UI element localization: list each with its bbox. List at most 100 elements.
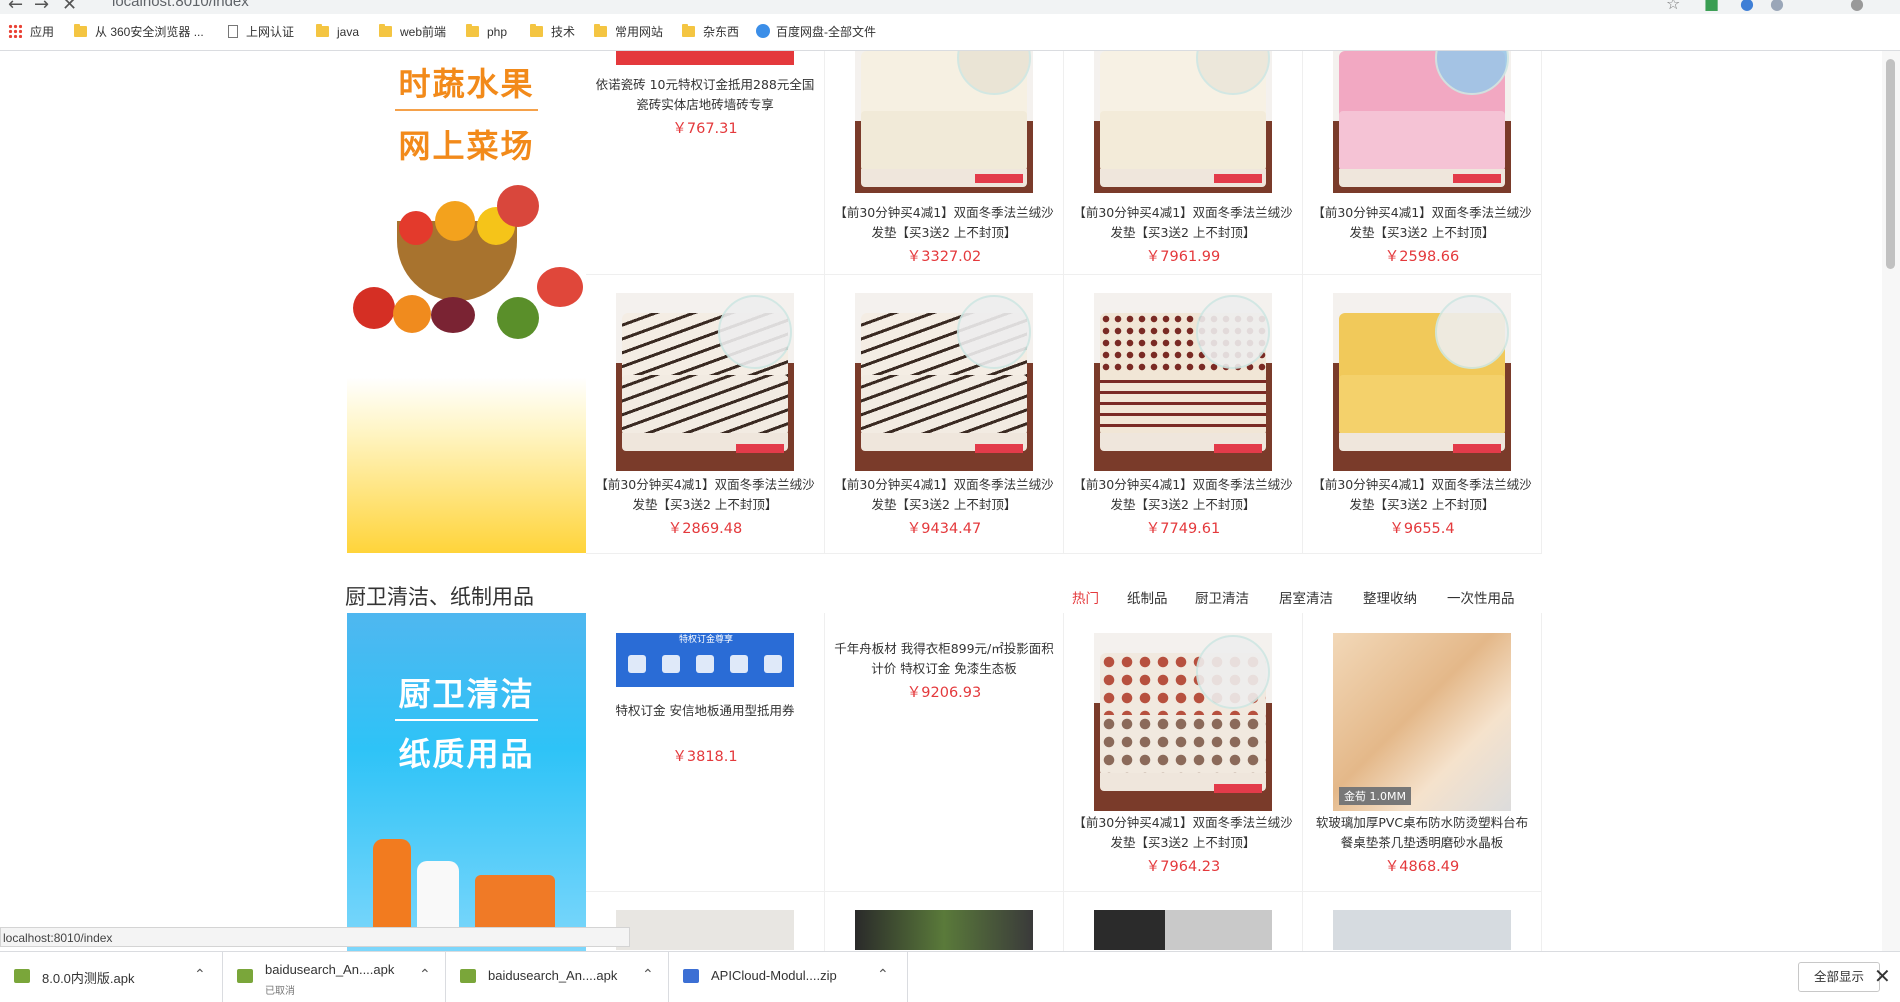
url-text[interactable]: localhost:8010/index [112, 0, 249, 10]
product-card[interactable]: 千年舟板材 我得衣柜899元/㎡投影面积计价 特权订金 免漆生态板 ￥9206.… [825, 613, 1064, 892]
chevron-up-icon[interactable]: ⌃ [194, 966, 206, 983]
product-card[interactable]: 【前30分钟买4减1】双面冬季法兰绒沙发垫【买3送2 上不封顶】 ￥7961.9… [1064, 51, 1303, 275]
banner-title-line1: 时蔬水果 [398, 65, 535, 103]
banner-title-line2: 纸质用品 [398, 735, 535, 773]
product-card[interactable] [1064, 892, 1303, 951]
product-name[interactable]: 千年舟板材 我得衣柜899元/㎡投影面积计价 特权订金 免漆生态板 [833, 639, 1055, 679]
cleaning-category-banner[interactable]: 厨卫清洁 纸质用品 [347, 613, 586, 951]
download-shelf: 8.0.0内测版.apk ⌃ baidusearch_An....apk 已取消… [0, 951, 1900, 1002]
back-icon[interactable]: ← [8, 0, 23, 14]
product-name[interactable]: 【前30分钟买4减1】双面冬季法兰绒沙发垫【买3送2 上不封顶】 [1072, 813, 1294, 853]
fruit-image [537, 267, 583, 307]
bookmarks-bar: 应用 从 360安全浏览器 ... 上网认证 java web前端 php 技术… [0, 14, 1900, 51]
bookmark-folder[interactable]: 常用网站 [594, 23, 663, 41]
show-all-downloads-button[interactable]: 全部显示 [1798, 962, 1880, 992]
product-card[interactable]: 特权订金尊享 特权订金 安信地板通用型抵用券 ￥3818.1 [586, 613, 825, 892]
product-image [1333, 910, 1511, 950]
product-name[interactable]: 【前30分钟买4减1】双面冬季法兰绒沙发垫【买3送2 上不封顶】 [833, 203, 1055, 243]
tab-disposable[interactable]: 一次性用品 [1447, 587, 1515, 607]
chevron-up-icon[interactable]: ⌃ [419, 966, 431, 983]
product-image [1094, 633, 1272, 811]
bookmark-folder[interactable]: 从 360安全浏览器 ... [74, 23, 204, 41]
product-price: ￥7961.99 [1145, 249, 1221, 265]
page-viewport: 时蔬水果 网上菜场 依诺瓷砖 10元特权订金抵用288元全国瓷砖实体店地砖墙砖专… [0, 51, 1882, 951]
product-price: ￥3327.02 [906, 249, 982, 265]
folder-icon [74, 24, 87, 37]
close-icon[interactable]: ✕ [1874, 964, 1891, 989]
apk-file-icon [14, 969, 30, 983]
tab-paper[interactable]: 纸制品 [1127, 587, 1168, 607]
scrollbar-thumb[interactable] [1886, 59, 1895, 269]
baidu-cloud-icon [756, 24, 770, 38]
product-price: ￥7964.23 [1145, 859, 1221, 875]
bookmark-folder[interactable]: 技术 [530, 23, 575, 41]
bookmark-folder[interactable]: 杂东西 [682, 23, 739, 41]
banner-title-line1: 厨卫清洁 [398, 675, 535, 713]
product-name[interactable]: 【前30分钟买4减1】双面冬季法兰绒沙发垫【买3送2 上不封顶】 [594, 475, 816, 515]
download-item[interactable]: baidusearch_An....apk 已取消 ⌃ [223, 952, 446, 1002]
download-filename: baidusearch_An....apk [265, 962, 395, 977]
product-card[interactable]: 依诺瓷砖 10元特权订金抵用288元全国瓷砖实体店地砖墙砖专享 ￥767.31 [586, 51, 825, 275]
bookmark-folder[interactable]: web前端 [379, 23, 446, 41]
extension-icon[interactable]: ● [1770, 0, 1784, 13]
tab-hot[interactable]: 热门 [1072, 587, 1099, 607]
bookmark-page[interactable]: 上网认证 [228, 23, 294, 41]
product-name[interactable]: 【前30分钟买4减1】双面冬季法兰绒沙发垫【买3送2 上不封顶】 [1072, 203, 1294, 243]
zip-file-icon [683, 969, 699, 983]
fruit-image [399, 211, 433, 245]
product-card[interactable]: 金荀 1.0MM 软玻璃加厚PVC桌布防水防烫塑料台布餐桌垫茶几垫透明磨砂水晶板… [1303, 613, 1542, 892]
product-card[interactable]: 【前30分钟买4减1】双面冬季法兰绒沙发垫【买3送2 上不封顶】 ￥9655.4 [1303, 275, 1542, 554]
apps-grid-icon [8, 24, 22, 38]
product-card[interactable]: 【前30分钟买4减1】双面冬季法兰绒沙发垫【买3送2 上不封顶】 ￥7749.6… [1064, 275, 1303, 554]
status-bubble: localhost:8010/index [0, 927, 630, 947]
bookmark-folder[interactable]: php [466, 23, 507, 41]
folder-icon [682, 24, 695, 37]
product-price: ￥7749.61 [1145, 521, 1221, 537]
fruit-image [393, 295, 431, 333]
tab-storage[interactable]: 整理收纳 [1363, 587, 1417, 607]
product-card[interactable]: 【前30分钟买4减1】双面冬季法兰绒沙发垫【买3送2 上不封顶】 ￥2869.4… [586, 275, 825, 554]
chevron-up-icon[interactable]: ⌃ [642, 966, 654, 983]
product-name[interactable]: 【前30分钟买4减1】双面冬季法兰绒沙发垫【买3送2 上不封顶】 [833, 475, 1055, 515]
forward-icon[interactable]: → [34, 0, 49, 14]
download-item[interactable]: baidusearch_An....apk ⌃ [446, 952, 669, 1002]
tab-kitchen-bath[interactable]: 厨卫清洁 [1195, 587, 1249, 607]
fruit-category-banner[interactable]: 时蔬水果 网上菜场 [347, 51, 586, 553]
product-card[interactable]: 【前30分钟买4减1】双面冬季法兰绒沙发垫【买3送2 上不封顶】 ￥2598.6… [1303, 51, 1542, 275]
product-card[interactable]: 【前30分钟买4减1】双面冬季法兰绒沙发垫【买3送2 上不封顶】 ￥7964.2… [1064, 613, 1303, 892]
product-name[interactable]: 【前30分钟买4减1】双面冬季法兰绒沙发垫【买3送2 上不封顶】 [1072, 475, 1294, 515]
product-card[interactable] [825, 892, 1064, 951]
bookmark-baidu-cloud[interactable]: 百度网盘-全部文件 [756, 23, 876, 41]
product-card[interactable]: 【前30分钟买4减1】双面冬季法兰绒沙发垫【买3送2 上不封顶】 ￥9434.4… [825, 275, 1064, 554]
product-name[interactable]: 依诺瓷砖 10元特权订金抵用288元全国瓷砖实体店地砖墙砖专享 [594, 75, 816, 115]
product-name[interactable]: 特权订金 安信地板通用型抵用券 [594, 701, 816, 721]
product-card[interactable] [1303, 892, 1542, 951]
page-scrollbar[interactable] [1882, 51, 1900, 951]
profile-avatar-icon[interactable]: ● [1850, 0, 1864, 13]
product-image [855, 293, 1033, 471]
download-filename: APICloud-Modul....zip [711, 968, 837, 983]
product-image [1094, 51, 1272, 193]
product-name[interactable]: 【前30分钟买4减1】双面冬季法兰绒沙发垫【买3送2 上不封顶】 [1311, 203, 1533, 243]
product-price: ￥2869.48 [667, 521, 743, 537]
bookmark-star-icon[interactable]: ☆ [1666, 0, 1680, 13]
product-name[interactable]: 【前30分钟买4减1】双面冬季法兰绒沙发垫【买3送2 上不封顶】 [1311, 475, 1533, 515]
folder-icon [594, 24, 607, 37]
chevron-up-icon[interactable]: ⌃ [877, 966, 889, 983]
product-card[interactable]: 【前30分钟买4减1】双面冬季法兰绒沙发垫【买3送2 上不封顶】 ￥3327.0… [825, 51, 1064, 275]
product-image [855, 51, 1033, 193]
product-price: ￥4868.49 [1384, 859, 1460, 875]
extension-icon[interactable]: ■ [1704, 0, 1719, 13]
bookmark-folder[interactable]: java [316, 23, 359, 41]
product-name[interactable]: 软玻璃加厚PVC桌布防水防烫塑料台布餐桌垫茶几垫透明磨砂水晶板 [1311, 813, 1533, 853]
stop-loading-icon[interactable]: ✕ [62, 0, 77, 14]
product-image [1094, 293, 1272, 471]
download-item[interactable]: 8.0.0内测版.apk ⌃ [0, 952, 223, 1002]
product-price: ￥9655.4 [1389, 521, 1455, 537]
tab-room-cleaning[interactable]: 居室清洁 [1279, 587, 1333, 607]
download-item[interactable]: APICloud-Modul....zip ⌃ [669, 952, 908, 1002]
fruit-image [497, 185, 539, 227]
extension-icon[interactable]: ● [1740, 0, 1754, 13]
bookmark-apps[interactable]: 应用 [8, 23, 54, 41]
folder-icon [466, 24, 479, 37]
